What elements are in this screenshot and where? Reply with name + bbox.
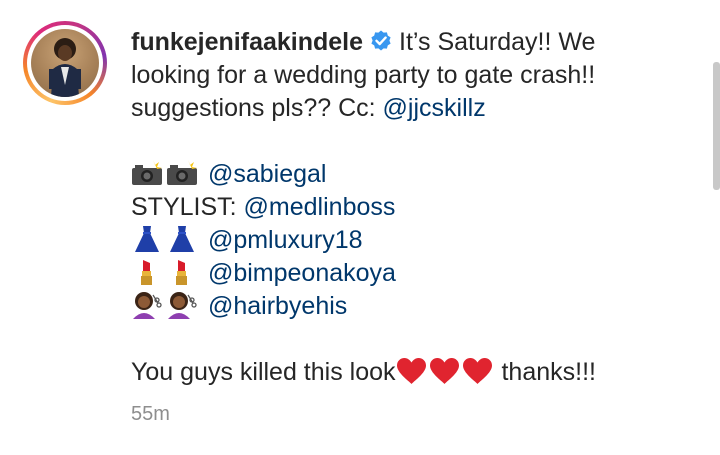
red-heart-icon (396, 358, 426, 384)
caption-line: looking for a wedding party to gate cras… (131, 59, 691, 92)
lipstick-icon (176, 260, 187, 285)
caption-line: funkejenifaakindele It’s Saturday!! We (131, 26, 691, 59)
credit-line-makeup: @bimpeonakoya (131, 257, 691, 290)
closing-suffix: thanks!!! (501, 358, 596, 386)
avatar-border (27, 25, 103, 101)
closing-text: You guys killed this look (131, 358, 396, 386)
avatar-story-ring[interactable] (23, 21, 107, 105)
credit-label: STYLIST: (131, 193, 237, 221)
post-timestamp: 55m (131, 403, 170, 425)
credit-line-photo: @sabiegal (131, 158, 691, 191)
mention-link-hairbyehis[interactable]: @hairbyehis (208, 292, 347, 320)
mention-link-jjcskillz[interactable]: @jjcskillz (383, 94, 486, 122)
credit-line-stylist: STYLIST: @medlinboss (131, 191, 691, 224)
avatar[interactable] (31, 29, 99, 97)
haircut-icon (168, 292, 197, 319)
caption-text: suggestions pls?? Cc: (131, 94, 376, 122)
mention-link-bimpeonakoya[interactable]: @bimpeonakoya (208, 259, 396, 287)
credit-line-hair: @hairbyehis (131, 290, 691, 323)
post-caption: funkejenifaakindele It’s Saturday!! We lo… (131, 26, 691, 389)
camera-with-flash-icon (132, 160, 162, 185)
red-heart-icon (462, 358, 492, 384)
scrollbar[interactable] (713, 62, 720, 190)
closing-line: You guys killed this look thanks!!! (131, 356, 691, 389)
mention-link-sabiegal[interactable]: @sabiegal (208, 160, 327, 188)
haircut-icon (133, 292, 162, 319)
username-link[interactable]: funkejenifaakindele (131, 28, 363, 56)
caption-text: looking for a wedding party to gate cras… (131, 61, 596, 89)
caption-text: It’s Saturday!! We (399, 28, 596, 56)
dress-icon (170, 226, 194, 252)
mention-link-medlinboss[interactable]: @medlinboss (244, 193, 396, 221)
credit-line-dress: @pmluxury18 (131, 224, 691, 257)
red-heart-icon (429, 358, 459, 384)
avatar-person-icon (49, 38, 81, 97)
camera-with-flash-icon (167, 160, 197, 185)
lipstick-icon (141, 260, 152, 285)
mention-link-pmluxury18[interactable]: @pmluxury18 (208, 226, 363, 254)
caption-line: suggestions pls?? Cc: @jjcskillz (131, 92, 691, 125)
verified-badge-icon (371, 30, 391, 51)
dress-icon (135, 226, 159, 252)
